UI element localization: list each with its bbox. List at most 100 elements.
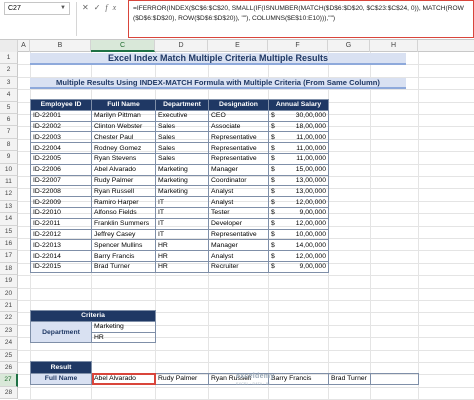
header-annual-salary[interactable]: Annual Salary (268, 99, 329, 111)
header-full-name[interactable]: Full Name (91, 99, 156, 111)
cell-annual-salary[interactable]: 13,00,000 (278, 185, 329, 198)
cell-employee-id[interactable]: ID-22013 (30, 239, 92, 252)
row-header-5[interactable]: 5 (0, 101, 18, 114)
cell-designation[interactable]: Analyst (208, 196, 269, 208)
cell-designation[interactable]: Associate (208, 120, 269, 133)
cell-full-name[interactable]: Ramiro Harper (91, 196, 156, 208)
row-header-18[interactable]: 18 (0, 262, 18, 276)
result-header[interactable]: Result (30, 361, 92, 374)
cell-designation[interactable]: CEO (208, 109, 269, 122)
select-all-corner[interactable] (0, 40, 18, 52)
cell-annual-salary[interactable]: 11,00,000 (278, 142, 329, 154)
header-designation[interactable]: Designation (208, 99, 269, 111)
row-header-25[interactable]: 25 (0, 349, 18, 362)
cell-currency-symbol[interactable]: $ (268, 174, 279, 187)
header-department[interactable]: Department (155, 99, 209, 111)
row-header-20[interactable]: 20 (0, 287, 18, 300)
cell-annual-salary[interactable]: 15,00,000 (278, 163, 329, 176)
row-header-15[interactable]: 15 (0, 225, 18, 238)
cell-department[interactable]: Marketing (155, 185, 209, 198)
cell-employee-id[interactable]: ID-22011 (30, 217, 92, 230)
cell-full-name[interactable]: Spencer Mullins (91, 239, 156, 252)
row-header-23[interactable]: 23 (0, 324, 18, 338)
row-header-22[interactable]: 22 (0, 312, 18, 325)
cell-currency-symbol[interactable]: $ (268, 142, 279, 154)
cell-department[interactable]: IT (155, 217, 209, 230)
column-header-f[interactable]: F (268, 40, 328, 52)
row-header-26[interactable]: 26 (0, 362, 18, 375)
row-header-24[interactable]: 24 (0, 337, 18, 350)
cell-designation[interactable]: Analyst (208, 185, 269, 198)
row-header-14[interactable]: 14 (0, 213, 18, 226)
cell-currency-symbol[interactable]: $ (268, 196, 279, 208)
cell-currency-symbol[interactable]: $ (268, 109, 279, 122)
row-header-16[interactable]: 16 (0, 238, 18, 251)
cell-currency-symbol[interactable]: $ (268, 228, 279, 241)
cell-currency-symbol[interactable]: $ (268, 250, 279, 262)
row-header-17[interactable]: 17 (0, 250, 18, 263)
column-header-c[interactable]: C (91, 40, 155, 52)
cell-currency-symbol[interactable]: $ (268, 239, 279, 252)
cell-designation[interactable]: Recruiter (208, 260, 269, 273)
cell-employee-id[interactable]: ID-22014 (30, 250, 92, 262)
column-header-h[interactable]: H (370, 40, 418, 52)
cell-full-name[interactable]: Ryan Stevens (91, 152, 156, 165)
name-box-dropdown-icon[interactable]: ▼ (60, 2, 66, 15)
cell-full-name[interactable]: Jeffrey Casey (91, 228, 156, 241)
cell-department[interactable]: HR (155, 250, 209, 262)
cell-annual-salary[interactable]: 13,00,000 (278, 174, 329, 187)
result-label[interactable]: Full Name (30, 372, 92, 385)
cell-currency-symbol[interactable]: $ (268, 206, 279, 219)
cell-designation[interactable]: Representative (208, 131, 269, 144)
column-header-a[interactable]: A (18, 40, 30, 52)
result-cell-2[interactable]: Rudy Palmer (155, 372, 209, 385)
cell-designation[interactable]: Coordinator (208, 174, 269, 187)
cell-annual-salary[interactable]: 14,00,000 (278, 239, 329, 252)
column-header-b[interactable]: B (30, 40, 91, 52)
cell-department[interactable]: IT (155, 196, 209, 208)
cell-annual-salary[interactable]: 12,00,000 (278, 250, 329, 262)
cell-annual-salary[interactable]: 9,00,000 (278, 260, 329, 273)
cell-currency-symbol[interactable]: $ (268, 131, 279, 144)
row-header-8[interactable]: 8 (0, 138, 18, 152)
result-cell-1[interactable]: Abel Alvarado (91, 372, 156, 385)
cell-full-name[interactable]: Alfonso Fields (91, 206, 156, 219)
cell-employee-id[interactable]: ID-22001 (30, 109, 92, 122)
cell-department[interactable]: HR (155, 239, 209, 252)
cell-designation[interactable]: Analyst (208, 250, 269, 262)
cell-currency-symbol[interactable]: $ (268, 260, 279, 273)
cell-full-name[interactable]: Brad Turner (91, 260, 156, 273)
cell-employee-id[interactable]: ID-22004 (30, 142, 92, 154)
cell-employee-id[interactable]: ID-22002 (30, 120, 92, 133)
cell-employee-id[interactable]: ID-22006 (30, 163, 92, 176)
cell-department[interactable]: Marketing (155, 174, 209, 187)
cell-employee-id[interactable]: ID-22015 (30, 260, 92, 273)
cell-currency-symbol[interactable]: $ (268, 152, 279, 165)
cell-annual-salary[interactable]: 9,00,000 (278, 206, 329, 219)
cell-full-name[interactable]: Rudy Palmer (91, 174, 156, 187)
cell-annual-salary[interactable]: 12,00,000 (278, 217, 329, 230)
cell-annual-salary[interactable]: 11,00,000 (278, 131, 329, 144)
column-header-e[interactable]: E (208, 40, 268, 52)
row-header-4[interactable]: 4 (0, 89, 18, 102)
cell-employee-id[interactable]: ID-22010 (30, 206, 92, 219)
row-header-11[interactable]: 11 (0, 176, 18, 189)
cell-annual-salary[interactable]: 11,00,000 (278, 152, 329, 165)
cell-currency-symbol[interactable]: $ (268, 163, 279, 176)
cell-designation[interactable]: Representative (208, 152, 269, 165)
cell-annual-salary[interactable]: 10,00,000 (278, 228, 329, 241)
row-header-13[interactable]: 13 (0, 200, 18, 214)
result-cell-4[interactable]: Barry Francis (268, 372, 329, 385)
criteria-value-1[interactable]: Marketing (91, 320, 156, 333)
criteria-label[interactable]: Department (30, 320, 92, 344)
cell-full-name[interactable]: Chester Paul (91, 131, 156, 144)
formula-actions-icons[interactable]: ✕✓fx (82, 3, 121, 12)
cell-full-name[interactable]: Ryan Russell (91, 185, 156, 198)
row-header-28[interactable]: 28 (0, 386, 18, 400)
row-header-10[interactable]: 10 (0, 163, 18, 176)
criteria-value-2[interactable]: HR (91, 331, 156, 344)
formula-input[interactable]: =IFERROR(INDEX($C$6:$C$20, SMALL(IF(ISNU… (128, 0, 474, 38)
cell-currency-symbol[interactable]: $ (268, 185, 279, 198)
cell-currency-symbol[interactable]: $ (268, 217, 279, 230)
cell-annual-salary[interactable]: 12,00,000 (278, 196, 329, 208)
